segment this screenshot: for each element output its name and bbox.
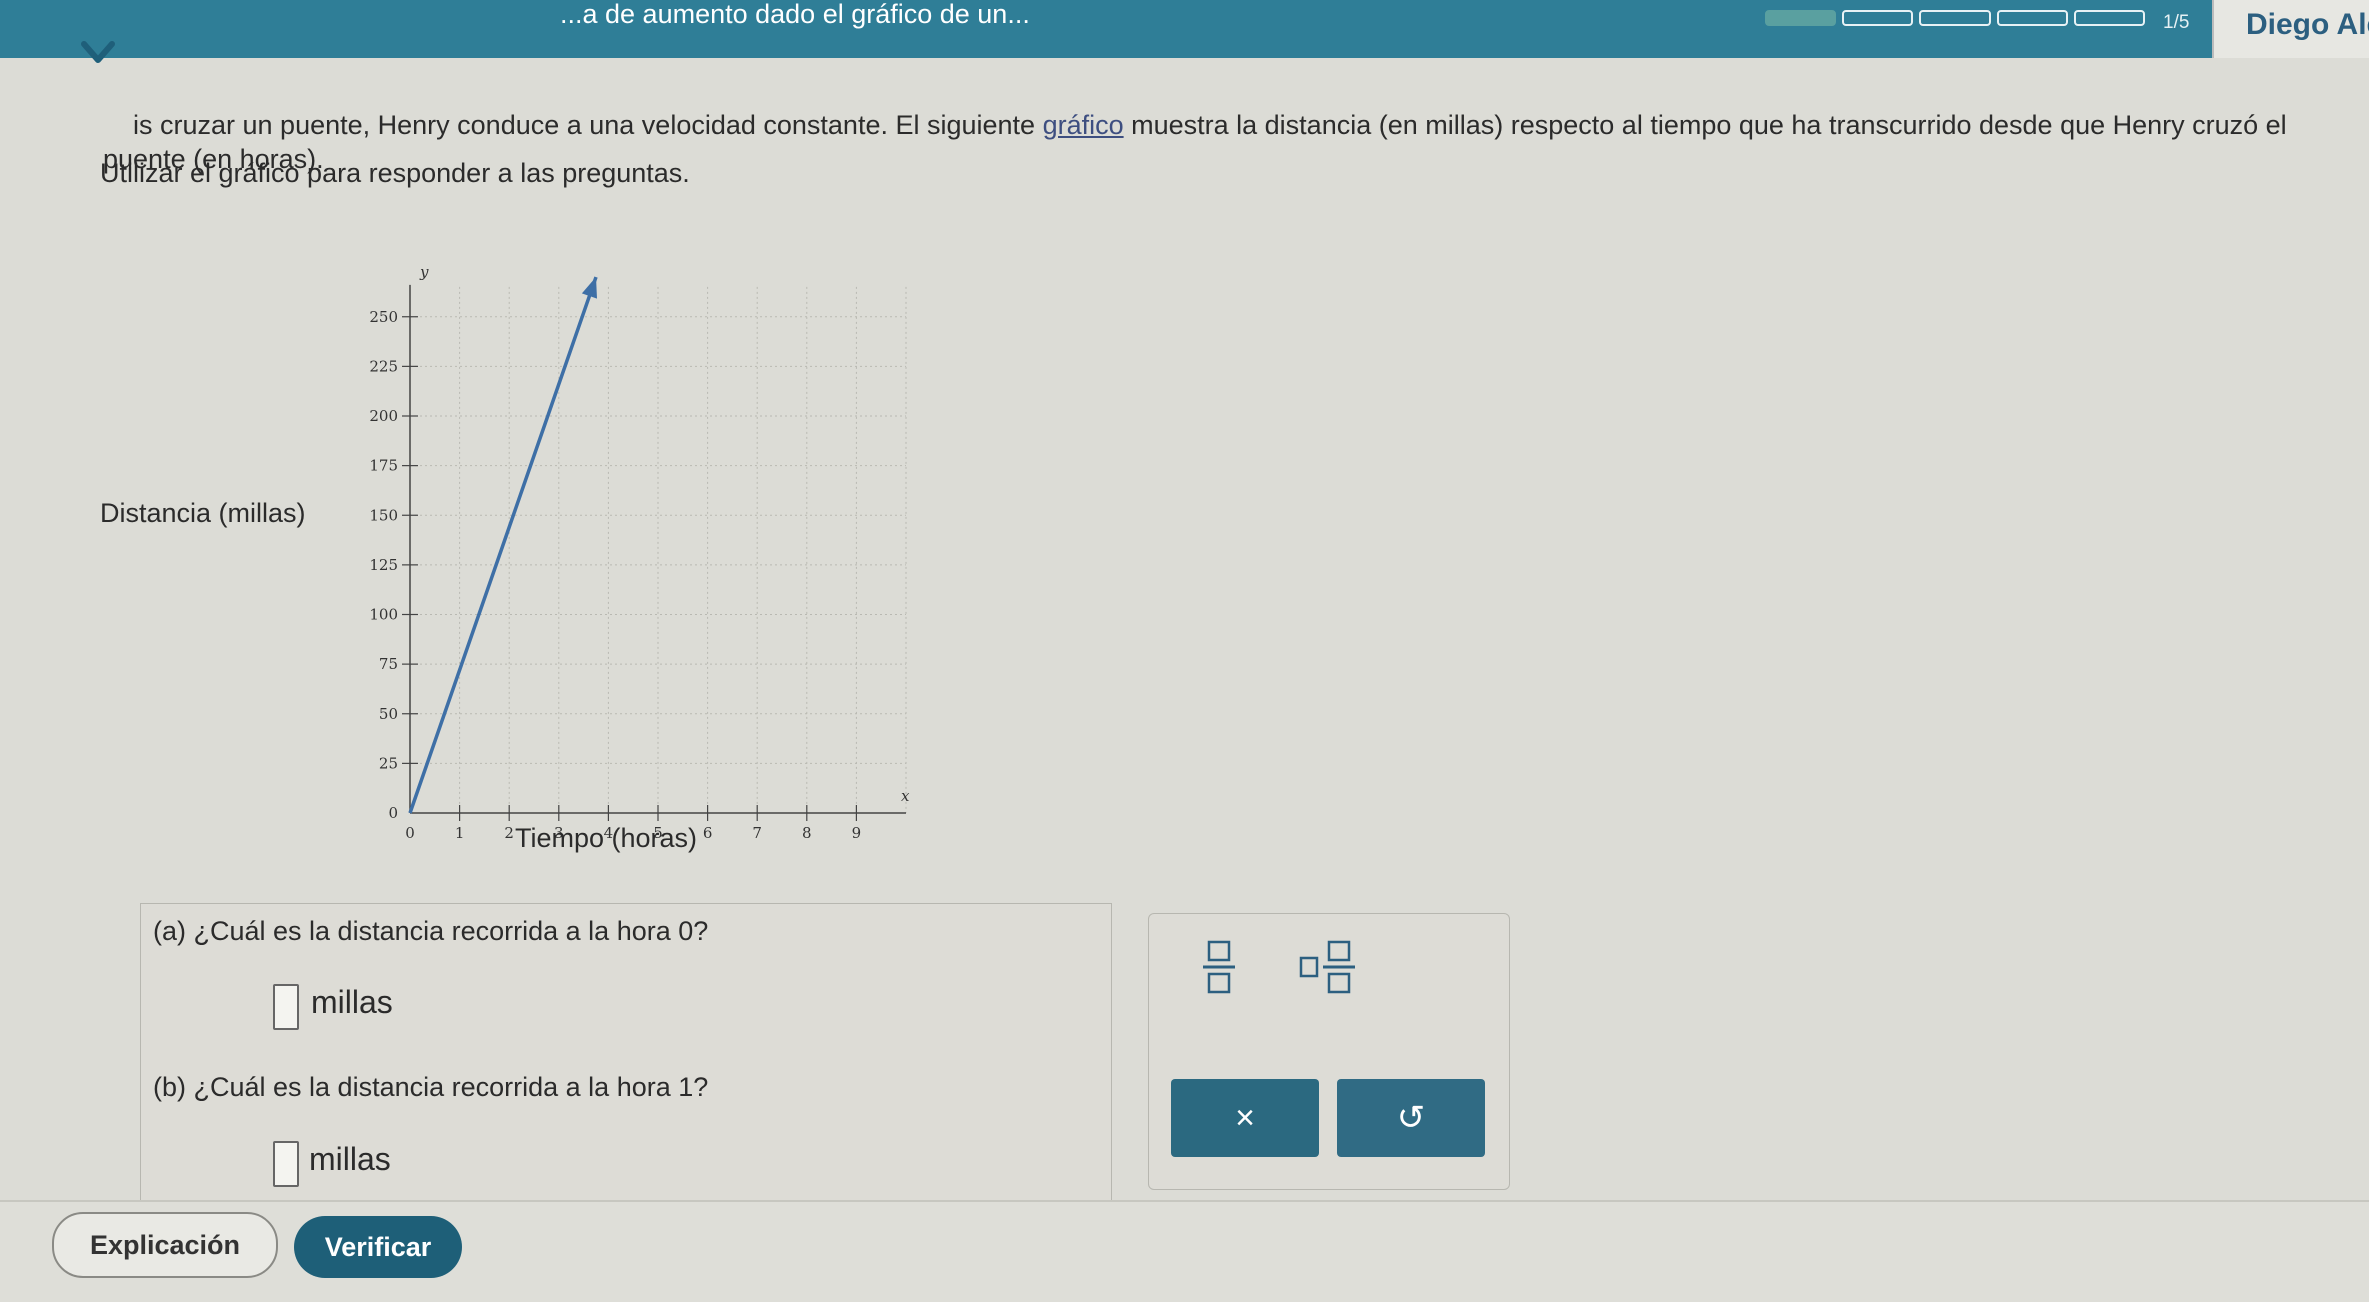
fraction-icon[interactable]: [1199, 936, 1239, 996]
mixed-number-icon[interactable]: [1299, 936, 1359, 996]
problem-text-start: is cruzar un puente, Henry conduce a una…: [133, 110, 1043, 140]
x-tick-label: 9: [852, 824, 862, 842]
progress-segment: [1842, 10, 1914, 26]
math-toolbox: × ↺: [1148, 913, 1510, 1190]
y-tick-label: 25: [379, 754, 398, 772]
y-tick-label: 200: [369, 407, 398, 425]
top-bar: ...a de aumento dado el gráfico de un...…: [0, 0, 2369, 58]
y-tick-label: 50: [379, 705, 398, 723]
user-name[interactable]: Diego Ale: [2212, 0, 2369, 58]
verify-button[interactable]: Verificar: [294, 1216, 462, 1278]
answer-a-unit: millas: [311, 984, 393, 1020]
y-tick-label: 250: [369, 308, 398, 326]
graph-link[interactable]: gráfico: [1043, 110, 1124, 140]
bottom-bar: Explicación Verificar: [0, 1200, 2369, 1302]
progress-count: 1/5: [2163, 12, 2190, 33]
x-tick-label: 6: [703, 824, 713, 842]
distance-time-chart: 0 1 2 3 4 5 6 7 8 90255075100125150175200225250xy: [369, 263, 910, 842]
instruction-text: Utilizar el gráfico para responder a las…: [100, 158, 690, 188]
y-tick-label: 100: [369, 606, 398, 624]
y-tick-label: 0: [388, 804, 398, 822]
y-tick-label: 175: [369, 457, 398, 475]
question-a-label: (a) ¿Cuál es la distancia recorrida a la…: [153, 916, 709, 946]
answer-a-input[interactable]: [273, 984, 299, 1030]
question-panel: is cruzar un puente, Henry conduce a una…: [0, 58, 2369, 1259]
x-tick-label: 1: [455, 824, 465, 842]
y-tick-label: 150: [369, 506, 398, 524]
x-tick-label: 2: [504, 824, 514, 842]
progress-segment: [1919, 10, 1991, 26]
x-tick-label: 8: [802, 824, 812, 842]
y-axis-variable: y: [419, 263, 429, 281]
progress-segment: [1765, 10, 1837, 26]
problem-title: ...a de aumento dado el gráfico de un...: [560, 0, 1030, 29]
explain-button[interactable]: Explicación: [52, 1212, 278, 1278]
progress-segment: [2073, 10, 2146, 26]
y-tick-label: 125: [369, 556, 398, 574]
y-axis-label: Distancia (millas): [100, 498, 306, 528]
undo-button[interactable]: ↺: [1337, 1079, 1485, 1157]
progress-segment: [1996, 10, 2068, 26]
x-tick-label: 0: [405, 824, 415, 842]
distance-line: [408, 276, 598, 814]
answer-b-unit: millas: [309, 1141, 391, 1177]
clear-button[interactable]: ×: [1171, 1079, 1319, 1157]
y-tick-label: 75: [379, 655, 398, 673]
question-b-label: (b) ¿Cuál es la distancia recorrida a la…: [153, 1072, 709, 1102]
x-axis-variable: x: [901, 787, 910, 805]
y-tick-label: 225: [369, 357, 398, 375]
x-axis-label: Tiempo (horas): [515, 823, 698, 853]
arrowhead-icon: [581, 277, 598, 299]
progress-bar: [1765, 10, 2146, 26]
answer-b-input[interactable]: [273, 1141, 299, 1187]
x-tick-label: 7: [752, 824, 762, 842]
